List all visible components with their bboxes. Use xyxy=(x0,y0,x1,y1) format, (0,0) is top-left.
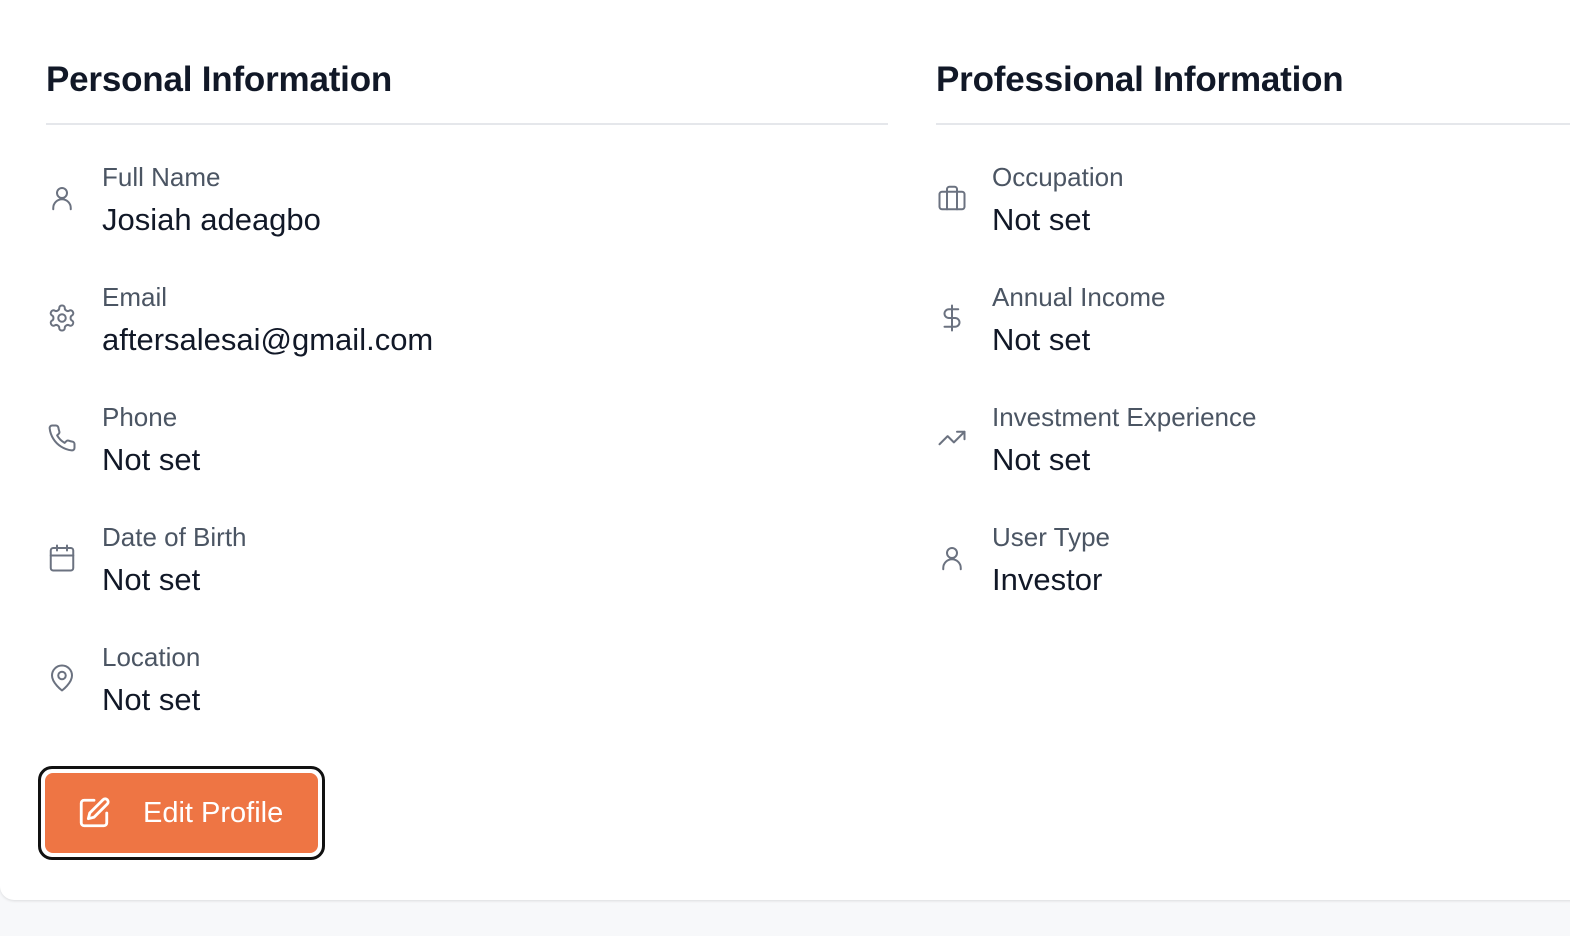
field-date-of-birth: Date of Birth Not set xyxy=(46,522,888,612)
field-value: Josiah adeagbo xyxy=(102,202,321,237)
field-label: Location xyxy=(102,642,201,672)
field-annual-income: Annual Income Not set xyxy=(936,282,1570,372)
edit-profile-button-body[interactable]: Edit Profile xyxy=(45,773,318,853)
divider xyxy=(936,123,1570,125)
field-phone: Phone Not set xyxy=(46,402,888,492)
phone-icon xyxy=(46,422,78,454)
field-label: Full Name xyxy=(102,162,221,192)
section-title: Personal Information xyxy=(46,60,393,99)
field-value: aftersalesai@gmail.com xyxy=(102,322,434,357)
field-user-type: User Type Investor xyxy=(936,522,1570,612)
field-email: Email aftersalesai@gmail.com xyxy=(46,282,888,372)
field-label: Phone xyxy=(102,402,178,432)
field-location: Location Not set xyxy=(46,642,888,732)
field-label: Investment Experience xyxy=(992,402,1257,432)
field-label: Annual Income xyxy=(992,282,1166,312)
field-value: Not set xyxy=(992,442,1091,477)
dollar-icon xyxy=(936,302,968,334)
field-value: Not set xyxy=(102,682,201,717)
divider xyxy=(46,123,888,125)
edit-profile-button[interactable]: Edit Profile xyxy=(38,766,325,860)
field-label: Date of Birth xyxy=(102,522,247,552)
field-occupation: Occupation Not set xyxy=(936,162,1570,252)
field-label: Email xyxy=(102,282,168,312)
briefcase-icon xyxy=(936,182,968,214)
user-icon xyxy=(46,182,78,214)
field-label: Occupation xyxy=(992,162,1124,192)
field-value: Investor xyxy=(992,562,1103,597)
field-investment-experience: Investment Experience Not set xyxy=(936,402,1570,492)
section-title: Professional Information xyxy=(936,60,1344,99)
edit-icon xyxy=(79,797,110,828)
field-value: Not set xyxy=(992,322,1091,357)
field-label: User Type xyxy=(992,522,1111,552)
field-full-name: Full Name Josiah adeagbo xyxy=(46,162,888,252)
gear-icon xyxy=(46,302,78,334)
trending-up-icon xyxy=(936,422,968,454)
edit-profile-label: Edit Profile xyxy=(143,796,284,829)
field-value: Not set xyxy=(102,562,201,597)
user-icon xyxy=(936,542,968,574)
calendar-icon xyxy=(46,542,78,574)
map-pin-icon xyxy=(46,662,78,694)
field-value: Not set xyxy=(102,442,201,477)
field-value: Not set xyxy=(992,202,1091,237)
